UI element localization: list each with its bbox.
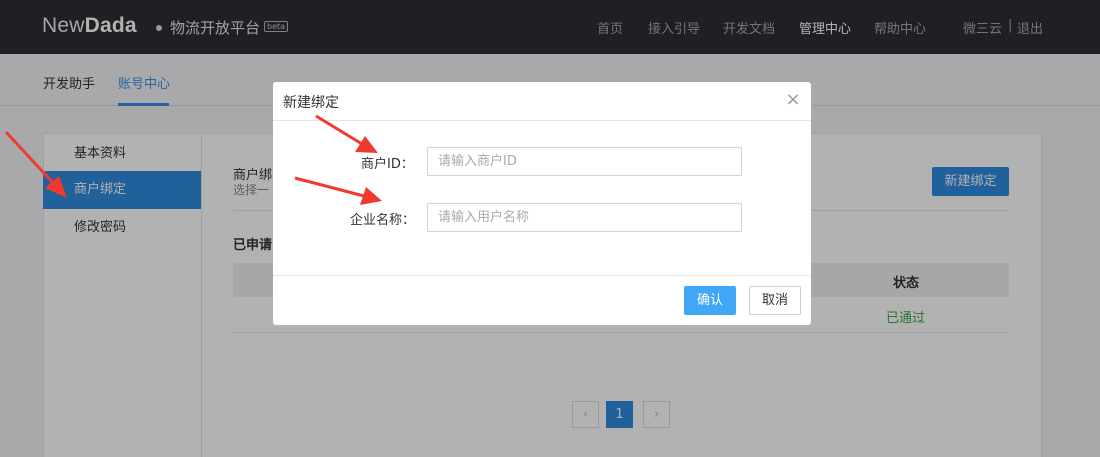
merchant-id-label: 商户ID： [361, 157, 414, 172]
company-name-label: 企业名称： [350, 213, 416, 228]
confirm-button[interactable]: 确认 [684, 286, 736, 315]
merchant-id-input[interactable] [427, 147, 742, 176]
new-binding-dialog: 新建绑定 × 商户ID： 企业名称： 确认 取消 [273, 82, 811, 325]
dialog-header-divider [273, 120, 811, 121]
cancel-button[interactable]: 取消 [749, 286, 801, 315]
company-name-input[interactable] [427, 203, 742, 232]
dialog-footer-divider [273, 275, 811, 276]
dialog-title: 新建绑定 [283, 95, 339, 111]
close-icon[interactable]: × [785, 91, 801, 109]
